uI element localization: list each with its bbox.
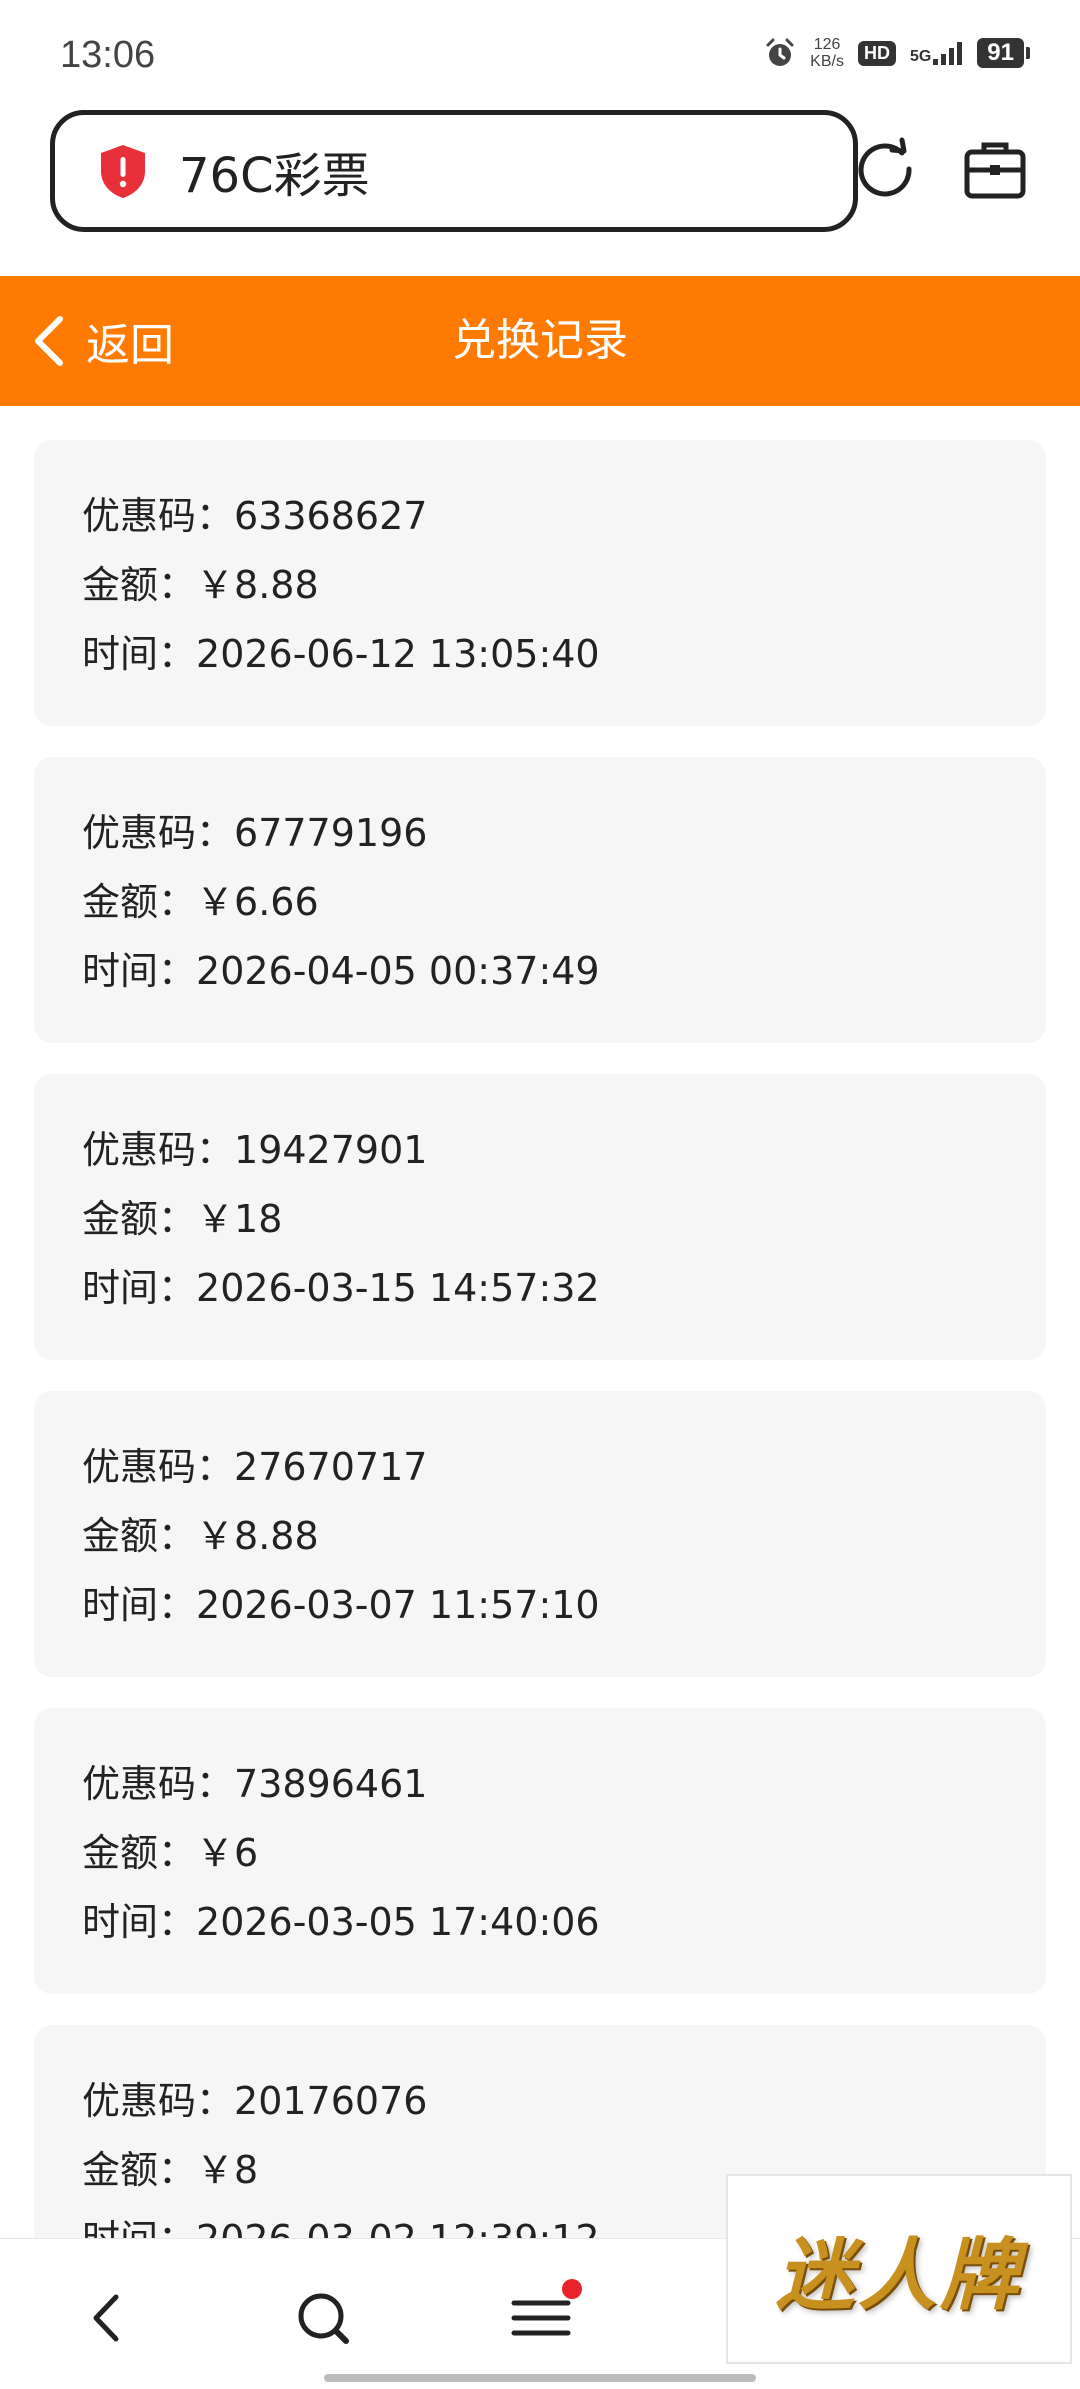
alarm-icon	[766, 38, 794, 66]
watermark-text: 迷人牌	[775, 2230, 1022, 2321]
url-text[interactable]: 76C彩票	[179, 136, 370, 206]
record-amount: 金额：￥6.66	[82, 880, 319, 924]
menu-button[interactable]	[506, 2279, 582, 2353]
back-button[interactable]: 返回	[30, 276, 174, 406]
record-time: 时间：2026-04-05 00:37:49	[82, 949, 600, 993]
page-header: 兑换记录 返回	[0, 276, 1080, 406]
record-time: 时间：2026-03-05 17:40:06	[82, 1900, 600, 1944]
record-amount: 金额：￥6	[82, 1831, 259, 1875]
record-code: 优惠码：27670717	[82, 1445, 428, 1489]
browser-bar: 76C彩票	[0, 110, 1080, 276]
records-list[interactable]: 优惠码：63368627 金额：￥8.88 时间：2026-06-12 13:0…	[0, 406, 1080, 2238]
record-amount: 金额：￥8.88	[82, 1514, 319, 1558]
status-bar: 13:06 126 KB/s HD 5G 91	[0, 0, 1080, 110]
record-code: 优惠码：63368627	[82, 494, 428, 538]
record-card: 优惠码：63368627 金额：￥8.88 时间：2026-06-12 13:0…	[34, 440, 1046, 726]
record-code: 优惠码：19427901	[82, 1128, 428, 1172]
record-card: 优惠码：67779196 金额：￥6.66 时间：2026-04-05 00:3…	[34, 757, 1046, 1043]
home-indicator[interactable]	[324, 2374, 756, 2382]
record-time: 时间：2026-03-15 14:57:32	[82, 1266, 600, 1310]
record-amount: 金额：￥8.88	[82, 563, 319, 607]
notification-dot	[562, 2279, 582, 2299]
record-amount: 金额：￥18	[82, 1197, 283, 1241]
search-icon[interactable]	[288, 2283, 358, 2353]
signal-icon: 5G	[910, 41, 963, 65]
hd-badge: HD	[857, 40, 896, 66]
status-icons: 126 KB/s HD 5G 91	[764, 36, 1030, 70]
url-bar[interactable]: 76C彩票	[50, 110, 858, 232]
record-code: 优惠码：20176076	[82, 2079, 428, 2123]
shield-warning-icon[interactable]	[97, 143, 149, 199]
watermark-logo: 迷人牌	[726, 2174, 1072, 2364]
record-time: 时间：2026-03-07 11:57:10	[82, 1583, 600, 1627]
record-time: 时间：2026-06-12 13:05:40	[82, 632, 600, 676]
record-code: 优惠码：73896461	[82, 1762, 428, 1806]
status-time: 13:06	[60, 34, 156, 76]
record-code: 优惠码：67779196	[82, 811, 428, 855]
chevron-left-icon	[35, 316, 63, 366]
record-card: 优惠码：73896461 金额：￥6 时间：2026-03-05 17:40:0…	[34, 1708, 1046, 1994]
net-speed: 126 KB/s	[810, 36, 844, 70]
refresh-icon[interactable]	[852, 136, 918, 202]
back-label[interactable]: 返回	[86, 309, 174, 373]
back-nav-icon[interactable]	[72, 2283, 142, 2353]
record-card: 优惠码：27670717 金额：￥8.88 时间：2026-03-07 11:5…	[34, 1391, 1046, 1677]
toolbox-icon[interactable]	[962, 136, 1028, 202]
battery-indicator: 91	[977, 38, 1030, 68]
record-card: 优惠码：19427901 金额：￥18 时间：2026-03-15 14:57:…	[34, 1074, 1046, 1360]
